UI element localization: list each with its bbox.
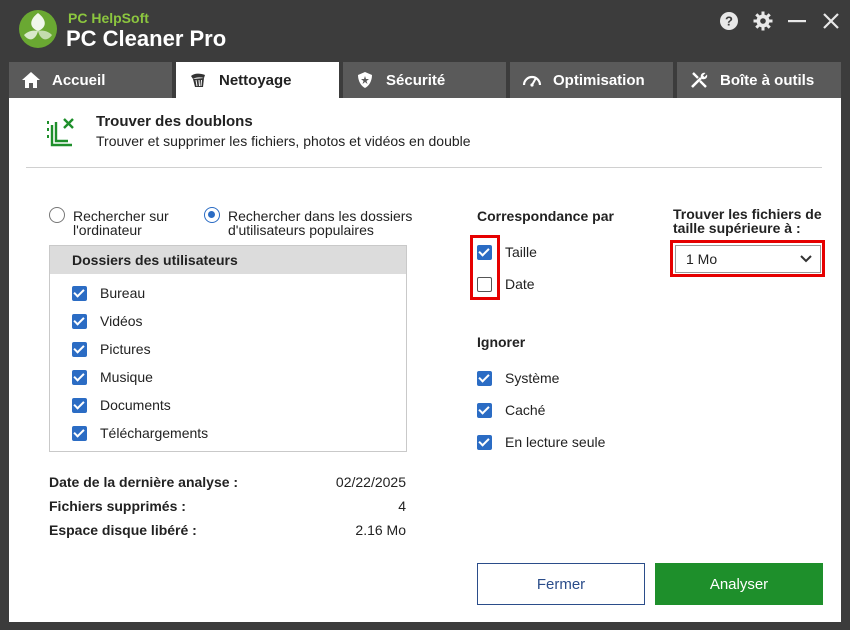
radio-search-computer-label[interactable]: Rechercher sur l'ordinateur [73, 209, 193, 237]
gear-icon[interactable] [752, 10, 774, 32]
radio-search-user-folders-label[interactable]: Rechercher dans les dossiers d'utilisate… [228, 209, 428, 237]
tab-label: Sécurité [386, 71, 446, 89]
checkbox-bureau[interactable] [72, 286, 87, 301]
deleted-files-label: Fichiers supprimés : [49, 498, 186, 514]
checkbox-date[interactable] [477, 277, 492, 292]
folder-label: Musique [100, 369, 153, 385]
page-title: Trouver des doublons [96, 113, 253, 130]
main-tabs: Accueil Nettoyage Sécurité Optimisation … [9, 62, 841, 98]
ignore-label: Système [505, 370, 560, 386]
radio-search-user-folders[interactable] [204, 207, 220, 223]
checkbox-videos[interactable] [72, 314, 87, 329]
home-icon [22, 72, 40, 88]
last-scan-label: Date de la dernière analyse : [49, 474, 239, 490]
app-logo-icon [19, 10, 57, 48]
checkbox-cache[interactable] [477, 403, 492, 418]
svg-text:?: ? [725, 14, 733, 29]
minimize-icon[interactable] [786, 10, 808, 32]
tools-icon [691, 72, 708, 88]
tab-optimisation[interactable]: Optimisation [510, 62, 673, 98]
tab-nettoyage[interactable]: Nettoyage [176, 62, 339, 98]
close-button[interactable]: Fermer [477, 563, 645, 605]
freed-space-label: Espace disque libéré : [49, 522, 197, 538]
close-icon[interactable] [820, 10, 842, 32]
match-label: Date [505, 276, 535, 292]
checkbox-systeme[interactable] [477, 371, 492, 386]
folder-label: Vidéos [100, 313, 143, 329]
size-filter-value: 1 Mo [686, 251, 718, 267]
last-scan-value: 02/22/2025 [335, 474, 406, 490]
checkbox-documents[interactable] [72, 398, 87, 413]
chevron-down-icon [800, 255, 812, 263]
header-divider [26, 167, 822, 168]
tab-label: Accueil [52, 71, 106, 89]
title-bar: PC HelpSoft PC Cleaner Pro ? [0, 0, 850, 62]
deleted-files-value: 4 [398, 498, 406, 514]
ignore-title: Ignorer [477, 334, 526, 350]
ignore-label: Caché [505, 402, 546, 418]
checkbox-pictures[interactable] [72, 342, 87, 357]
tab-boite-a-outils[interactable]: Boîte à outils [677, 62, 841, 98]
match-by-title: Correspondance par [477, 208, 614, 224]
size-filter-label: Trouver les fichiers de taille supérieur… [673, 206, 822, 236]
folder-label: Pictures [100, 341, 151, 357]
folders-header: Dossiers des utilisateurs [50, 246, 406, 274]
tab-accueil[interactable]: Accueil [9, 62, 172, 98]
ignore-label: En lecture seule [505, 434, 606, 450]
page-subtitle: Trouver et supprimer les fichiers, photo… [96, 133, 471, 149]
checkbox-telechargements[interactable] [72, 426, 87, 441]
analyze-button[interactable]: Analyser [655, 563, 823, 605]
match-label: Taille [505, 244, 537, 260]
speedometer-icon [522, 75, 542, 87]
folder-label: Bureau [100, 285, 146, 301]
freed-space-value: 2.16 Mo [355, 522, 406, 538]
radio-search-computer[interactable] [49, 207, 65, 223]
tab-label: Nettoyage [219, 71, 292, 89]
folder-label: Téléchargements [100, 425, 209, 441]
size-filter-select[interactable]: 1 Mo [675, 245, 821, 273]
folder-label: Documents [100, 397, 171, 413]
broom-icon [191, 73, 205, 87]
checkbox-lecture-seule[interactable] [477, 435, 492, 450]
help-icon[interactable]: ? [718, 10, 740, 32]
tab-securite[interactable]: Sécurité [343, 62, 506, 98]
brand-company: PC HelpSoft [68, 10, 149, 26]
app-title: PC Cleaner Pro [66, 26, 227, 51]
checkbox-taille[interactable] [477, 245, 492, 260]
duplicate-files-icon [47, 118, 74, 147]
checkbox-musique[interactable] [72, 370, 87, 385]
tab-label: Optimisation [553, 71, 645, 89]
shield-icon [358, 72, 372, 88]
tab-label: Boîte à outils [720, 71, 815, 89]
